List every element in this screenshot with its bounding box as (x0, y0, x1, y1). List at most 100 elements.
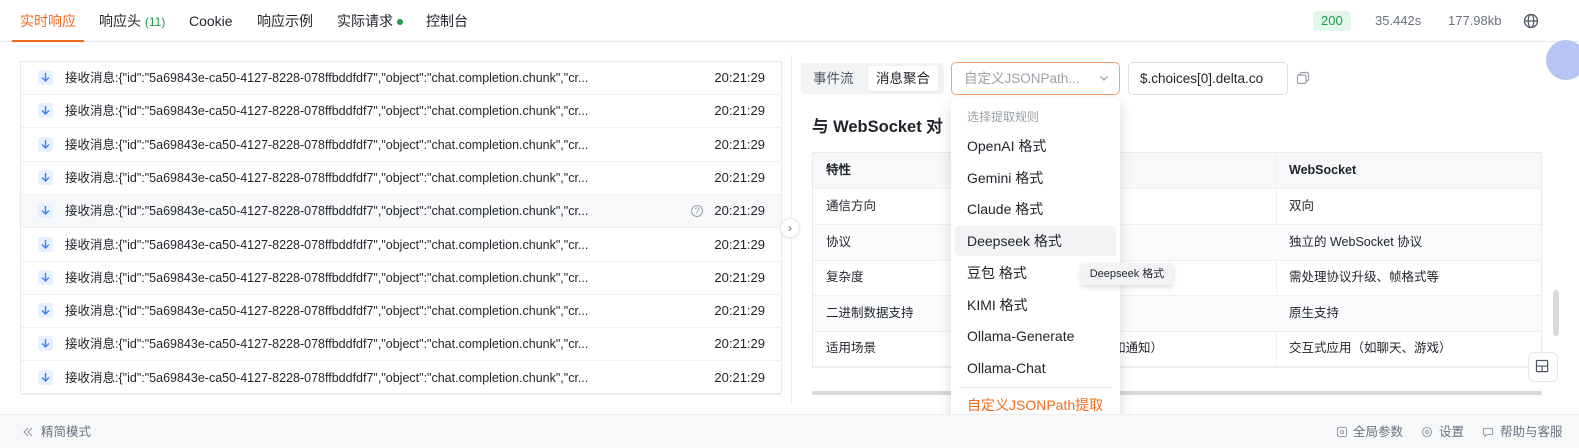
tab-response-headers[interactable]: 响应头 (11) (99, 0, 165, 42)
message-aggregate-option[interactable]: 消息聚合 (868, 66, 938, 91)
section-heading: 与 WebSocket 对 (812, 118, 943, 136)
arrow-down-icon (38, 103, 53, 119)
comparison-table: 特性 WebSocket 通信方向 双向 协议 独立的 WebSocket 协议 复杂度… (812, 152, 1542, 368)
extract-rule-select[interactable]: 自定义JSONPath... (951, 62, 1120, 95)
view-mode-toggle: 事件流 消息聚合 (801, 63, 944, 94)
message-text: 接收消息:{"id":"5a69843e-ca50-4127-8228-078f… (65, 304, 589, 319)
tab-realtime-response[interactable]: 实时响应 (20, 0, 76, 42)
status-dot (397, 19, 403, 26)
tab-response-example[interactable]: 响应示例 (257, 0, 313, 42)
copy-icon[interactable] (1296, 71, 1310, 85)
table-row: 适用场景 如通知） 交互式应用（如聊天、游戏） (813, 331, 1541, 368)
message-row[interactable]: 接收消息:{"id":"5a69843e-ca50-4127-8228-078f… (21, 295, 781, 329)
table-cell-feature: 复杂度 (826, 270, 864, 285)
horizontal-scrollbar[interactable] (812, 391, 1542, 395)
jsonpath-input[interactable]: $.choices[0].delta.co (1128, 62, 1288, 95)
table-header-feature: 特性 (826, 163, 852, 177)
dropdown-option[interactable]: Deepseek 格式 (955, 226, 1116, 257)
chevron-right-icon[interactable]: › (780, 218, 800, 238)
dropdown-option[interactable]: OpenAI 格式 (955, 131, 1116, 161)
globe-icon[interactable] (1523, 13, 1539, 29)
tab-actual-request[interactable]: 实际请求 (337, 0, 403, 42)
message-row[interactable]: 接收消息:{"id":"5a69843e-ca50-4127-8228-078f… (21, 129, 781, 162)
jsonpath-value: $.choices[0].delta.co (1140, 71, 1264, 86)
help-circle-icon[interactable]: ? (691, 205, 703, 218)
table-cell-feature: 通信方向 (826, 199, 877, 213)
layout-toggle-button[interactable] (1528, 352, 1558, 382)
arrow-down-icon (38, 70, 53, 85)
table-cell-websocket: 需处理协议升级、帧格式等 (1289, 270, 1440, 285)
message-time: 20:21:29 (714, 70, 765, 85)
table-cell-websocket: 独立的 WebSocket 协议 (1289, 234, 1423, 249)
message-text: 接收消息:{"id":"5a69843e-ca50-4127-8228-078f… (65, 370, 589, 385)
message-time: 20:21:29 (714, 103, 765, 119)
tab-console[interactable]: 控制台 (426, 0, 468, 42)
extract-rule-dropdown: 选择提取规则 自定义JSONPath提取 OpenAI 格式 Gemini 格式 C… (951, 98, 1120, 425)
dropdown-option[interactable]: Gemini 格式 (955, 163, 1116, 193)
global-params-icon (1336, 426, 1348, 438)
tab-response-headers-label: 响应头 (99, 13, 141, 29)
table-cell-feature: 适用场景 (826, 341, 877, 356)
message-time: 20:21:29 (714, 303, 765, 319)
dropdown-group-title: 选择提取规则 (967, 110, 1040, 124)
table-cell-middle: 如通知） (1113, 341, 1164, 356)
table-cell-websocket: 双向 (1289, 199, 1315, 213)
message-text: 接收消息:{"id":"5a69843e-ca50-4127-8228-078f… (65, 170, 589, 185)
event-stream-option[interactable]: 事件流 (805, 66, 862, 91)
message-time: 20:21:29 (714, 236, 765, 252)
message-time: 20:21:29 (714, 169, 765, 185)
arrow-down-icon (38, 169, 53, 185)
vertical-scrollbar[interactable] (1553, 290, 1559, 336)
response-tabs-bar: 实时响应 响应头 (11) Cookie 响应示例 实际请求 控制台 200 3… (0, 0, 1579, 42)
arrow-down-icon (38, 269, 53, 285)
simple-mode-toggle[interactable]: 精简模式 (41, 415, 91, 448)
tab-cookie[interactable]: Cookie (189, 0, 233, 42)
table-cell-feature: 二进制数据支持 (826, 305, 914, 320)
message-time: 20:21:29 (714, 136, 765, 152)
message-time: 20:21:29 (714, 203, 765, 219)
arrow-down-icon (38, 303, 53, 319)
dropdown-option[interactable]: Claude 格式 (955, 194, 1116, 224)
help-support-button[interactable]: 帮助与客服 (1500, 415, 1563, 448)
message-list: 接收消息:{"id":"5a69843e-ca50-4127-8228-078f… (20, 61, 782, 395)
status-footer: 精简模式 全局参数 设置 帮助与客服 (0, 414, 1579, 448)
message-time: 20:21:29 (714, 336, 765, 352)
custom-jsonpath-option[interactable]: 自定义JSONPath提取 (967, 394, 1103, 416)
dropdown-divider (959, 387, 1112, 388)
table-header-row: 特性 WebSocket (813, 153, 1541, 189)
global-params-button[interactable]: 全局参数 (1353, 415, 1403, 448)
headers-count-badge: (11) (144, 15, 166, 29)
message-row[interactable]: 接收消息:{"id":"5a69843e-ca50-4127-8228-078f… (21, 262, 781, 295)
arrow-down-icon (38, 236, 53, 252)
layout-icon (1535, 359, 1549, 373)
status-code-badge: 200 (1313, 11, 1351, 31)
arrow-down-icon (38, 369, 53, 385)
settings-gear-icon (1421, 426, 1433, 438)
table-cell-websocket: 交互式应用（如聊天、游戏） (1289, 341, 1452, 356)
table-row: 二进制数据支持 原生支持 (813, 295, 1541, 332)
table-header-websocket: WebSocket (1289, 163, 1357, 177)
response-panel: 实时响应 响应头 (11) Cookie 响应示例 实际请求 控制台 200 3… (0, 0, 1579, 448)
extract-rule-placeholder: 自定义JSONPath... (964, 71, 1080, 86)
message-text: 接收消息:{"id":"5a69843e-ca50-4127-8228-078f… (65, 71, 589, 85)
table-row: 复杂度 需处理协议升级、帧格式等 (813, 260, 1541, 297)
dropdown-option[interactable]: Ollama-Generate (955, 321, 1116, 351)
message-row[interactable]: 接收消息:{"id":"5a69843e-ca50-4127-8228-078f… (21, 362, 781, 395)
table-cell-websocket: 原生支持 (1289, 305, 1340, 320)
message-row[interactable]: 接收消息:{"id":"5a69843e-ca50-4127-8228-078f… (21, 195, 781, 229)
message-row[interactable]: 接收消息:{"id":"5a69843e-ca50-4127-8228-078f… (21, 328, 781, 362)
message-row[interactable]: 接收消息:{"id":"5a69843e-ca50-4127-8228-078f… (21, 95, 781, 129)
message-text: 接收消息:{"id":"5a69843e-ca50-4127-8228-078f… (65, 270, 589, 285)
option-tooltip: Deepseek 格式 (1081, 263, 1173, 285)
message-text: 接收消息:{"id":"5a69843e-ca50-4127-8228-078f… (65, 137, 589, 152)
assistant-float-icon[interactable] (1546, 40, 1579, 80)
message-text: 接收消息:{"id":"5a69843e-ca50-4127-8228-078f… (65, 104, 589, 119)
dropdown-option[interactable]: Ollama-Chat (955, 353, 1116, 383)
settings-button[interactable]: 设置 (1439, 415, 1464, 448)
chevron-down-icon (1100, 76, 1108, 81)
message-row[interactable]: 接收消息:{"id":"5a69843e-ca50-4127-8228-078f… (21, 162, 781, 195)
message-row[interactable]: 接收消息:{"id":"5a69843e-ca50-4127-8228-078f… (21, 229, 781, 262)
response-time: 35.442s (1375, 13, 1422, 28)
message-row[interactable]: 接收消息:{"id":"5a69843e-ca50-4127-8228-078f… (21, 62, 781, 95)
dropdown-option[interactable]: KIMI 格式 (955, 290, 1116, 320)
